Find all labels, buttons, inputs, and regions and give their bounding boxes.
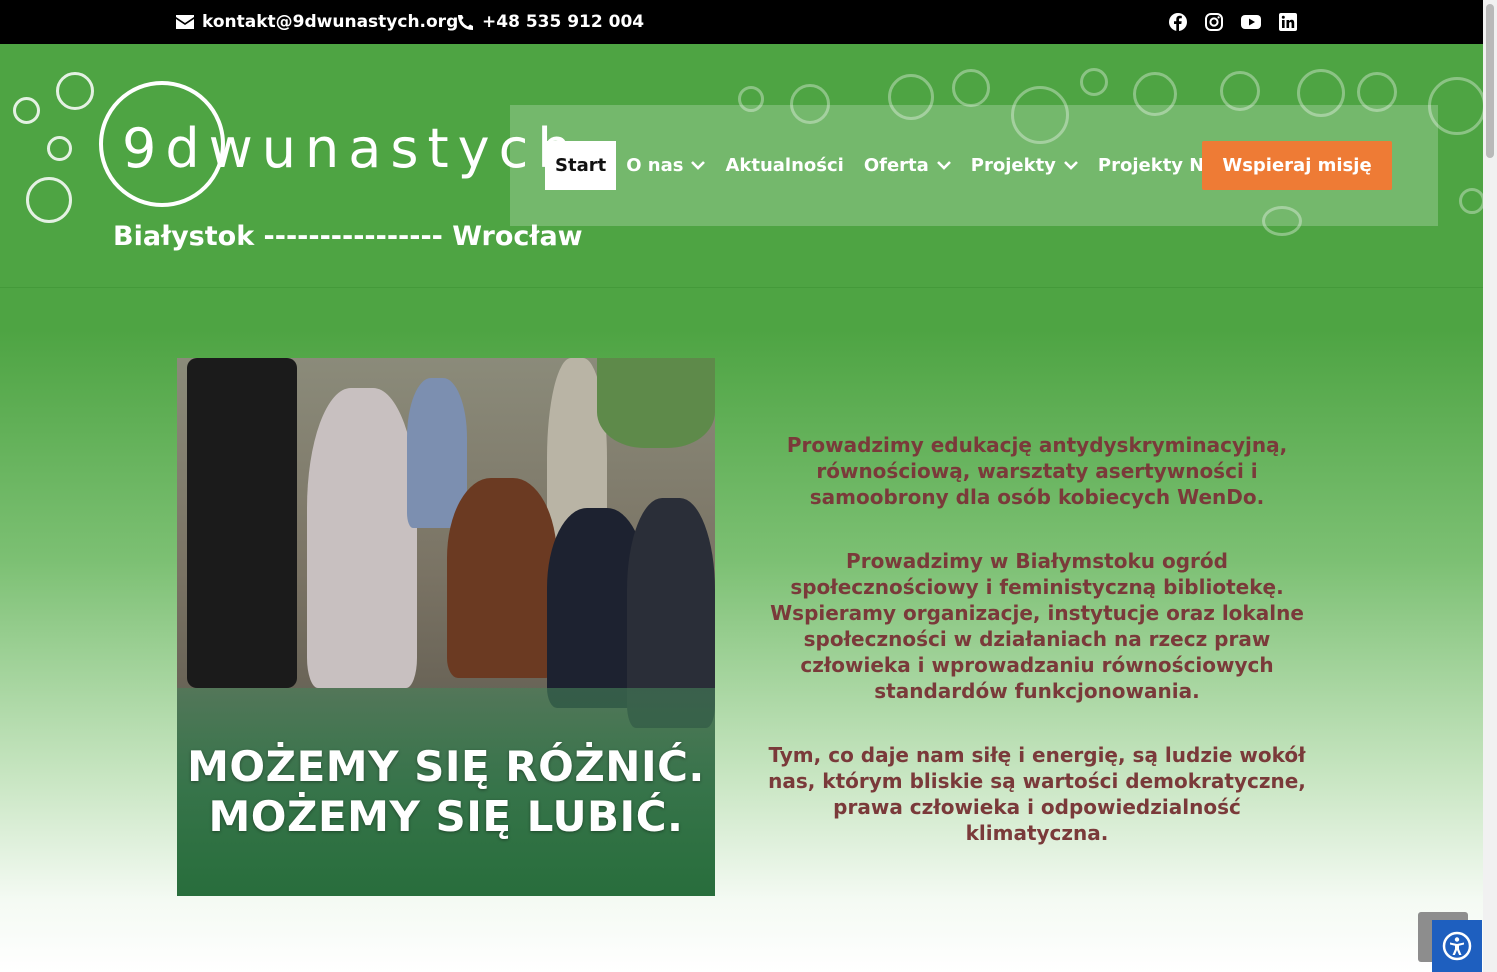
scrollbar[interactable] xyxy=(1483,0,1497,972)
bubble-decoration xyxy=(47,136,72,161)
nav-item-aktualnosci[interactable]: Aktualności xyxy=(715,141,853,190)
intro-paragraph: Prowadzimy edukację antydyskryminacyjną,… xyxy=(786,433,1288,509)
slogan-line-2: MOŻEMY SIĘ LUBIĆ. xyxy=(208,792,684,841)
slogan-line-1: MOŻEMY SIĘ RÓŻNIĆ. xyxy=(187,742,705,791)
phone-icon xyxy=(458,14,473,30)
nav-label: Projekty xyxy=(970,155,1056,176)
photo-figure xyxy=(187,358,297,688)
chevron-down-icon xyxy=(1064,161,1078,170)
phone-link[interactable]: +48 535 912 004 xyxy=(457,0,644,44)
nav-item-start[interactable]: Start xyxy=(545,141,617,190)
facebook-icon[interactable] xyxy=(1169,13,1187,31)
email-text: kontakt@9dwunastych.org xyxy=(202,12,459,32)
nav-item-o-nas[interactable]: O nas xyxy=(616,141,715,190)
site-header: 9dwunastych Białystok ---------------- W… xyxy=(0,44,1483,288)
photo-figure xyxy=(307,388,417,688)
nav-item-projekty[interactable]: Projekty xyxy=(961,141,1088,190)
nav-label: Start xyxy=(555,155,607,176)
nav-item-oferta[interactable]: Oferta xyxy=(854,141,961,190)
nav-label: Aktualności xyxy=(725,155,844,176)
bubble-decoration xyxy=(1080,68,1108,96)
bubble-decoration xyxy=(1459,188,1483,214)
nav-label: Oferta xyxy=(863,155,929,176)
bubble-decoration xyxy=(13,97,40,124)
linkedin-icon[interactable] xyxy=(1279,13,1297,31)
bubble-decoration xyxy=(56,72,94,110)
instagram-icon[interactable] xyxy=(1205,13,1223,31)
bubble-decoration xyxy=(26,177,72,223)
envelope-icon xyxy=(176,15,194,29)
chevron-down-icon xyxy=(691,161,706,170)
accessibility-button[interactable] xyxy=(1432,920,1482,972)
intro-text: Prowadzimy edukację antydyskryminacyjną,… xyxy=(764,432,1310,884)
scrollbar-thumb[interactable] xyxy=(1486,4,1494,158)
youtube-icon[interactable] xyxy=(1241,13,1261,31)
hero-slogan: MOŻEMY SIĘ RÓŻNIĆ. MOŻEMY SIĘ LUBIĆ. xyxy=(177,742,715,842)
nav-label: O nas xyxy=(626,155,684,176)
bubble-decoration xyxy=(952,69,990,107)
phone-text: +48 535 912 004 xyxy=(482,12,645,32)
photo-foliage xyxy=(597,358,715,448)
intro-paragraph: Prowadzimy w Białymstoku ogród społeczno… xyxy=(770,549,1304,703)
photo-figure xyxy=(447,478,557,678)
main-nav: Start O nas Aktualności Oferta Projekty … xyxy=(545,141,1263,190)
support-mission-button[interactable]: Wspieraj misję xyxy=(1202,141,1392,190)
top-bar: kontakt@9dwunastych.org +48 535 912 004 xyxy=(0,0,1483,44)
accessibility-icon xyxy=(1442,931,1472,961)
hero-image: MOŻEMY SIĘ RÓŻNIĆ. MOŻEMY SIĘ LUBIĆ. xyxy=(177,358,715,896)
email-link[interactable]: kontakt@9dwunastych.org xyxy=(176,0,458,44)
intro-paragraph: Tym, co daje nam siłę i energię, są ludz… xyxy=(768,743,1306,845)
chevron-down-icon xyxy=(936,161,951,170)
social-links xyxy=(1169,0,1297,44)
